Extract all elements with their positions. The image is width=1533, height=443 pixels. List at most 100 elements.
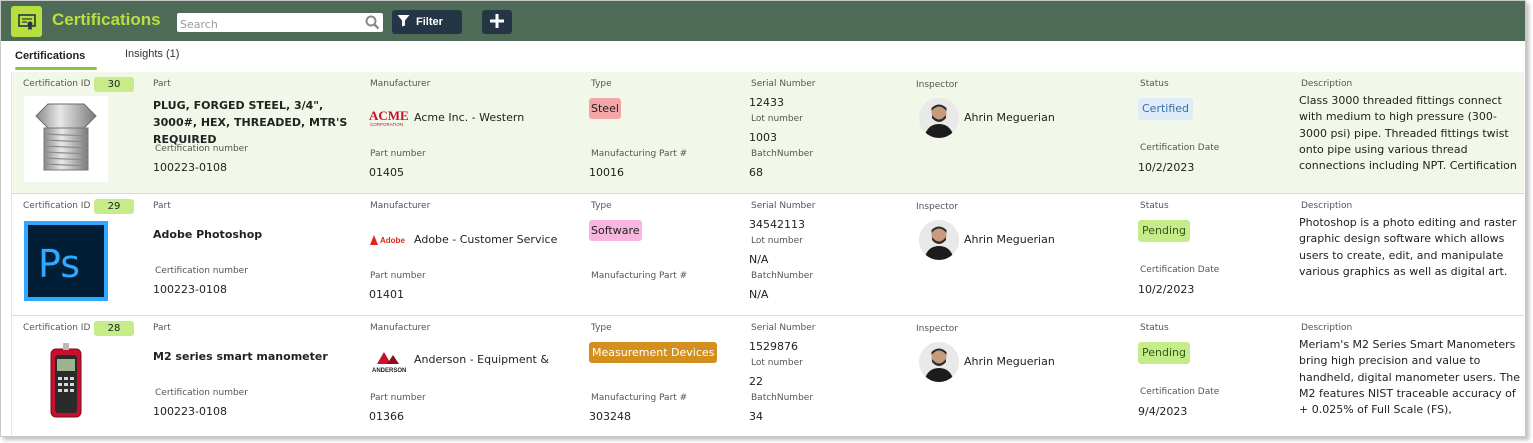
status-badge: Pending (1138, 342, 1190, 364)
description-text: Class 3000 threaded fittings connect wit… (1299, 94, 1517, 173)
tab-insights[interactable]: Insights (1) (125, 48, 179, 60)
serial-value: 34542113 (749, 218, 805, 231)
active-tab-indicator (15, 67, 97, 70)
serial-label: Serial Number (751, 79, 816, 89)
cert-date-label: Certification Date (1140, 387, 1220, 397)
tab-certifications[interactable]: Certifications (15, 50, 85, 62)
cert-number-value: 100223-0108 (153, 283, 227, 296)
batch-label: BatchNumber (751, 393, 814, 403)
type-label: Type (591, 323, 612, 333)
type-badge: Steel (589, 98, 621, 119)
part-number-value: 01401 (369, 288, 404, 301)
cert-number-label: Certification number (155, 266, 248, 276)
batch-value: N/A (749, 288, 769, 301)
mfg-part-value: 303248 (589, 410, 631, 423)
batch-value: 34 (749, 410, 763, 423)
inspector-name[interactable]: Ahrin Meguerian (964, 233, 1055, 246)
cert-number-label: Certification number (155, 144, 248, 154)
mfg-part-label: Manufacturing Part # (591, 393, 688, 403)
cert-number-value: 100223-0108 (153, 161, 227, 174)
status-label: Status (1140, 323, 1169, 333)
lot-value: 1003 (749, 131, 777, 144)
filter-icon (397, 14, 410, 30)
table-row[interactable]: Certification ID 28 Part M2 series smart… (11, 316, 1524, 436)
part-name[interactable]: PLUG, FORGED STEEL, 3/4", 3000#, HEX, TH… (153, 97, 353, 148)
mfg-part-label: Manufacturing Part # (591, 271, 688, 281)
filter-button[interactable]: Filter (392, 10, 462, 34)
description-label: Description (1301, 79, 1353, 89)
part-number-label: Part number (370, 393, 426, 403)
filter-label: Filter (416, 16, 443, 28)
manometer-device-icon (24, 340, 108, 426)
svg-text:ACME: ACME (369, 109, 409, 123)
type-label: Type (591, 79, 612, 89)
part-name[interactable]: Adobe Photoshop (153, 226, 353, 243)
part-label: Part (153, 201, 171, 211)
svg-text:Adobe: Adobe (380, 236, 405, 245)
type-badge: Measurement Devices (589, 342, 718, 363)
cert-date-label: Certification Date (1140, 143, 1220, 153)
manufacturer-name[interactable]: Anderson - Equipment & (414, 353, 549, 366)
lot-label: Lot number (751, 114, 803, 124)
status-label: Status (1140, 201, 1169, 211)
serial-label: Serial Number (751, 201, 816, 211)
lot-value: 22 (749, 375, 763, 388)
anderson-logo-icon: ANDERSON (369, 350, 409, 374)
cert-id-badge: 28 (94, 321, 134, 336)
search-icon[interactable] (365, 15, 380, 34)
manufacturer-label: Manufacturer (370, 201, 431, 211)
inspector-name[interactable]: Ahrin Meguerian (964, 111, 1055, 124)
svg-text:Ps: Ps (38, 242, 80, 286)
add-button[interactable] (482, 10, 512, 34)
table-row[interactable]: Certification ID 30 Part PLUG, FORGED ST… (11, 72, 1524, 194)
manufacturer-name[interactable]: Acme Inc. - Western (414, 111, 524, 124)
certificate-icon[interactable] (11, 6, 42, 37)
status-label: Status (1140, 79, 1169, 89)
status-badge: Pending (1138, 220, 1190, 242)
description-text: Photoshop is a photo editing and raster … (1299, 216, 1517, 278)
cert-date-label: Certification Date (1140, 265, 1220, 275)
cert-number-label: Certification number (155, 388, 248, 398)
top-bar: Certifications Filter (1, 1, 1525, 41)
type-label: Type (591, 201, 612, 211)
cert-id-label: Certification ID (23, 201, 91, 211)
serial-value: 12433 (749, 96, 784, 109)
search-input[interactable] (177, 15, 357, 34)
svg-text:ANDERSON: ANDERSON (372, 368, 406, 374)
description-text: Meriam's M2 Series Smart Manometers brin… (1299, 338, 1521, 421)
lot-value: N/A (749, 253, 769, 266)
lot-label: Lot number (751, 236, 803, 246)
status-badge: Certified (1138, 98, 1194, 120)
part-number-value: 01405 (369, 166, 404, 179)
cert-id-label: Certification ID (23, 79, 91, 89)
adobe-logo-icon: Adobe (369, 231, 409, 249)
cert-date-value: 9/4/2023 (1138, 405, 1188, 418)
photoshop-logo-icon: Ps (24, 218, 108, 304)
type-badge: Software (589, 220, 642, 241)
cert-date-value: 10/2/2023 (1138, 161, 1195, 174)
description-label: Description (1301, 323, 1353, 333)
part-label: Part (153, 323, 171, 333)
cert-date-value: 10/2/2023 (1138, 283, 1195, 296)
avatar (919, 220, 959, 260)
plus-icon (490, 13, 504, 32)
inspector-label: Inspector (916, 202, 958, 212)
batch-label: BatchNumber (751, 271, 814, 281)
inspector-label: Inspector (916, 324, 958, 334)
acme-logo-icon: ACME CORPORATION (369, 109, 409, 127)
serial-label: Serial Number (751, 323, 816, 333)
search-box[interactable] (177, 13, 383, 34)
mfg-part-label: Manufacturing Part # (591, 149, 688, 159)
manufacturer-name[interactable]: Adobe - Customer Service (414, 233, 557, 246)
manufacturer-label: Manufacturer (370, 79, 431, 89)
part-name[interactable]: M2 series smart manometer (153, 348, 353, 365)
description-label: Description (1301, 201, 1353, 211)
app-window: Certifications Filter Certifications Ins… (0, 0, 1526, 437)
page-title: Certifications (52, 10, 161, 29)
cert-id-label: Certification ID (23, 323, 91, 333)
table-row[interactable]: Certification ID 29 Ps Part Adobe Photos… (11, 194, 1524, 316)
batch-label: BatchNumber (751, 149, 814, 159)
cert-id-badge: 29 (94, 199, 134, 214)
inspector-name[interactable]: Ahrin Meguerian (964, 355, 1055, 368)
manufacturer-label: Manufacturer (370, 323, 431, 333)
